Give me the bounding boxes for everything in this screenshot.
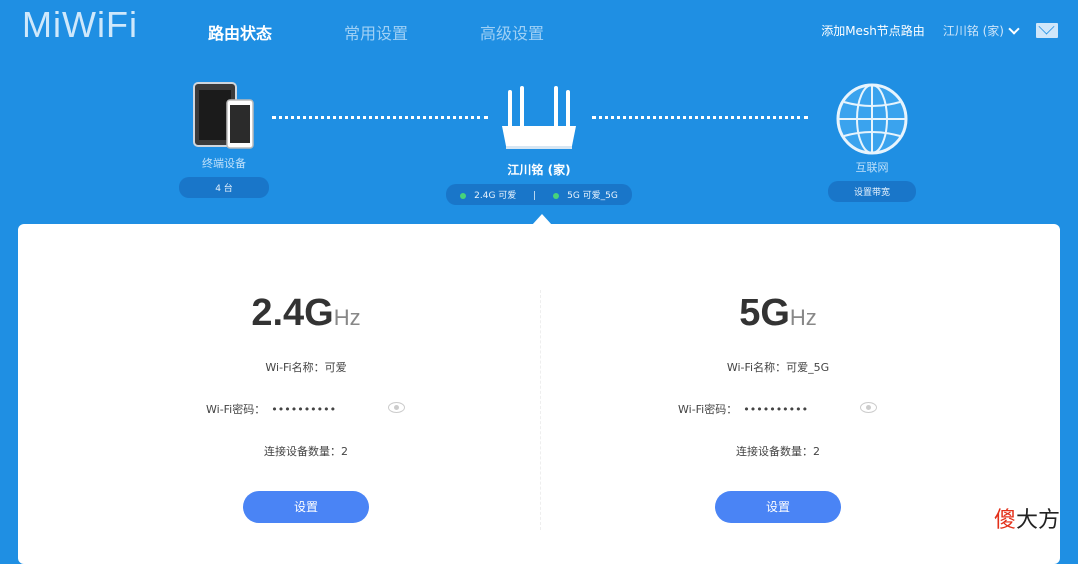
tab-advanced-settings[interactable]: 高级设置 bbox=[480, 20, 544, 44]
tab-router-status[interactable]: 路由状态 bbox=[208, 20, 272, 44]
band-frequency: 2.4GHz bbox=[251, 292, 361, 334]
devices-label: 终端设备 bbox=[202, 157, 246, 170]
status-dot-icon bbox=[553, 192, 560, 199]
eye-icon[interactable] bbox=[388, 402, 405, 413]
chevron-down-icon bbox=[1008, 22, 1020, 35]
connected-count-row: 连接设备数量：2 bbox=[736, 445, 820, 458]
user-name: 江川铭 (家) bbox=[942, 24, 1004, 38]
router-band-badge[interactable]: 2.4G 可爱 | 5G 可爱_5G bbox=[446, 184, 632, 205]
band-frequency: 5GHz bbox=[739, 292, 817, 334]
status-dot-icon bbox=[460, 192, 467, 199]
settings-button-5g[interactable]: 设置 bbox=[715, 491, 841, 523]
wifi-name-row: Wi-Fi名称：可爱_5G bbox=[726, 361, 830, 374]
globe-icon bbox=[836, 83, 908, 155]
band-separator: | bbox=[533, 191, 537, 201]
band-card-24g: 2.4GHz Wi-Fi名称：可爱 Wi-Fi密码： •••••••••• 连接设… bbox=[116, 292, 496, 523]
band-24-label: 2.4G 可爱 bbox=[474, 191, 517, 201]
router-node[interactable]: 江川铭 (家) 2.4G 可爱 | 5G 可爱_5G bbox=[439, 86, 639, 205]
panel-pointer bbox=[532, 214, 552, 225]
user-menu[interactable]: 江川铭 (家) bbox=[942, 22, 1020, 39]
band-5-label: 5G 可爱_5G bbox=[567, 191, 618, 201]
mail-icon[interactable] bbox=[1036, 23, 1058, 38]
add-mesh-link[interactable]: 添加Mesh节点路由 bbox=[821, 22, 925, 39]
devices-node[interactable]: 终端设备 4 台 bbox=[172, 82, 276, 198]
internet-node[interactable]: 互联网 设置带宽 bbox=[816, 82, 928, 202]
main-nav: 路由状态 常用设置 高级设置 bbox=[208, 20, 544, 44]
logo: MiWiFi bbox=[22, 4, 138, 45]
header-right: 添加Mesh节点路由 江川铭 (家) bbox=[821, 22, 1058, 39]
set-bandwidth-button[interactable]: 设置带宽 bbox=[827, 181, 916, 202]
band-card-5g: 5GHz Wi-Fi名称：可爱_5G Wi-Fi密码： •••••••••• 连接… bbox=[588, 292, 968, 523]
router-icon bbox=[502, 86, 576, 149]
settings-button-24g[interactable]: 设置 bbox=[243, 491, 369, 523]
devices-count-badge[interactable]: 4 台 bbox=[179, 177, 269, 198]
tab-common-settings[interactable]: 常用设置 bbox=[344, 20, 408, 44]
wifi-password-row: Wi-Fi密码： •••••••••• bbox=[206, 403, 337, 416]
internet-label: 互联网 bbox=[855, 161, 889, 174]
panel-divider bbox=[540, 290, 541, 530]
router-name: 江川铭 (家) bbox=[507, 163, 571, 177]
wifi-password-row: Wi-Fi密码： •••••••••• bbox=[678, 403, 809, 416]
devices-icon bbox=[193, 82, 254, 149]
watermark: 傻大方 bbox=[993, 508, 1060, 533]
connected-count-row: 连接设备数量：2 bbox=[264, 445, 348, 458]
eye-icon[interactable] bbox=[860, 402, 877, 413]
wifi-name-row: Wi-Fi名称：可爱 bbox=[265, 361, 347, 374]
